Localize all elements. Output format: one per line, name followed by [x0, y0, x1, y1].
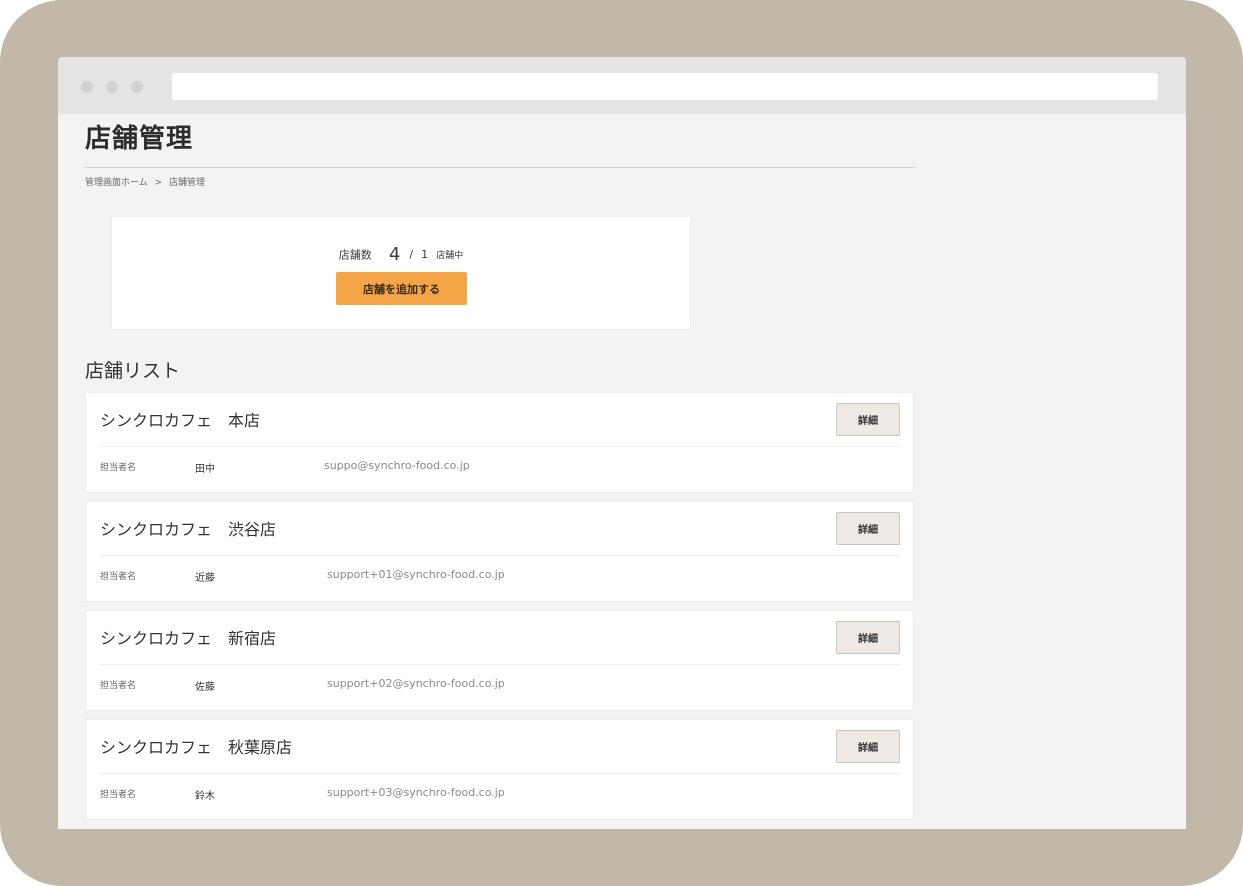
- detail-button[interactable]: 詳細: [836, 621, 900, 654]
- contact-label: 担当者名: [100, 463, 137, 473]
- device-frame: 店舗管理 管理画面ホーム > 店舗管理 店舗数 4 / 1 店舗中 店舗を追加す…: [0, 0, 1243, 886]
- store-count-total: 1: [421, 248, 429, 261]
- store-count-label: 店舗数: [338, 248, 372, 262]
- contact-email: support+02@synchro-food.co.jp: [327, 677, 505, 690]
- contact-name: 田中: [195, 464, 215, 475]
- contact-email: support+01@synchro-food.co.jp: [327, 568, 505, 581]
- contact-name: 佐藤: [195, 682, 215, 693]
- address-bar[interactable]: [172, 73, 1158, 100]
- contact-email: suppo@synchro-food.co.jp: [324, 459, 470, 472]
- title-divider: [85, 167, 915, 168]
- store-row-honten: シンクロカフェ 本店 詳細 担当者名 田中 suppo@synchro-food…: [85, 392, 914, 493]
- window-dot-icon: [131, 81, 143, 93]
- store-list-heading: 店舗リスト: [85, 360, 181, 382]
- window-dot-icon: [81, 81, 93, 93]
- contact-label: 担当者名: [100, 790, 137, 800]
- contact-label: 担当者名: [100, 572, 137, 582]
- page-title: 店舗管理: [85, 124, 194, 154]
- store-count-separator: /: [409, 248, 414, 261]
- store-count-line: 店舗数 4 / 1 店舗中: [112, 244, 690, 265]
- store-count-card: 店舗数 4 / 1 店舗中 店舗を追加する: [111, 216, 691, 330]
- store-name: シンクロカフェ 秋葉原店: [100, 738, 293, 757]
- store-row-akihabara: シンクロカフェ 秋葉原店 詳細 担当者名 鈴木 support+03@synch…: [85, 719, 914, 820]
- row-divider: [100, 555, 900, 556]
- store-name: シンクロカフェ 本店: [100, 411, 261, 430]
- breadcrumb-home-link[interactable]: 管理画面ホーム: [85, 178, 148, 188]
- store-row-shinjuku: シンクロカフェ 新宿店 詳細 担当者名 佐藤 support+02@synchr…: [85, 610, 914, 711]
- window-dot-icon: [106, 81, 118, 93]
- breadcrumb: 管理画面ホーム > 店舗管理: [85, 175, 209, 188]
- page-content: 店舗管理 管理画面ホーム > 店舗管理 店舗数 4 / 1 店舗中 店舗を追加す…: [58, 114, 1186, 829]
- store-row-shibuya: シンクロカフェ 渋谷店 詳細 担当者名 近藤 support+01@synchr…: [85, 501, 914, 602]
- detail-button[interactable]: 詳細: [836, 512, 900, 545]
- row-divider: [100, 446, 900, 447]
- browser-toolbar: [58, 57, 1186, 114]
- contact-name: 近藤: [195, 573, 215, 584]
- row-divider: [100, 773, 900, 774]
- breadcrumb-current: 店舗管理: [169, 178, 206, 188]
- store-list: シンクロカフェ 本店 詳細 担当者名 田中 suppo@synchro-food…: [85, 392, 914, 828]
- breadcrumb-separator: >: [154, 178, 163, 188]
- store-name: シンクロカフェ 新宿店: [100, 629, 277, 648]
- store-count-value: 4: [388, 244, 401, 265]
- add-store-button[interactable]: 店舗を追加する: [336, 272, 467, 305]
- store-count-unit: 店舗中: [436, 251, 464, 261]
- browser-window: 店舗管理 管理画面ホーム > 店舗管理 店舗数 4 / 1 店舗中 店舗を追加す…: [58, 57, 1186, 829]
- contact-name: 鈴木: [195, 791, 215, 802]
- detail-button[interactable]: 詳細: [836, 730, 900, 763]
- contact-email: support+03@synchro-food.co.jp: [327, 786, 505, 799]
- detail-button[interactable]: 詳細: [836, 403, 900, 436]
- contact-label: 担当者名: [100, 681, 137, 691]
- row-divider: [100, 664, 900, 665]
- store-name: シンクロカフェ 渋谷店: [100, 520, 277, 539]
